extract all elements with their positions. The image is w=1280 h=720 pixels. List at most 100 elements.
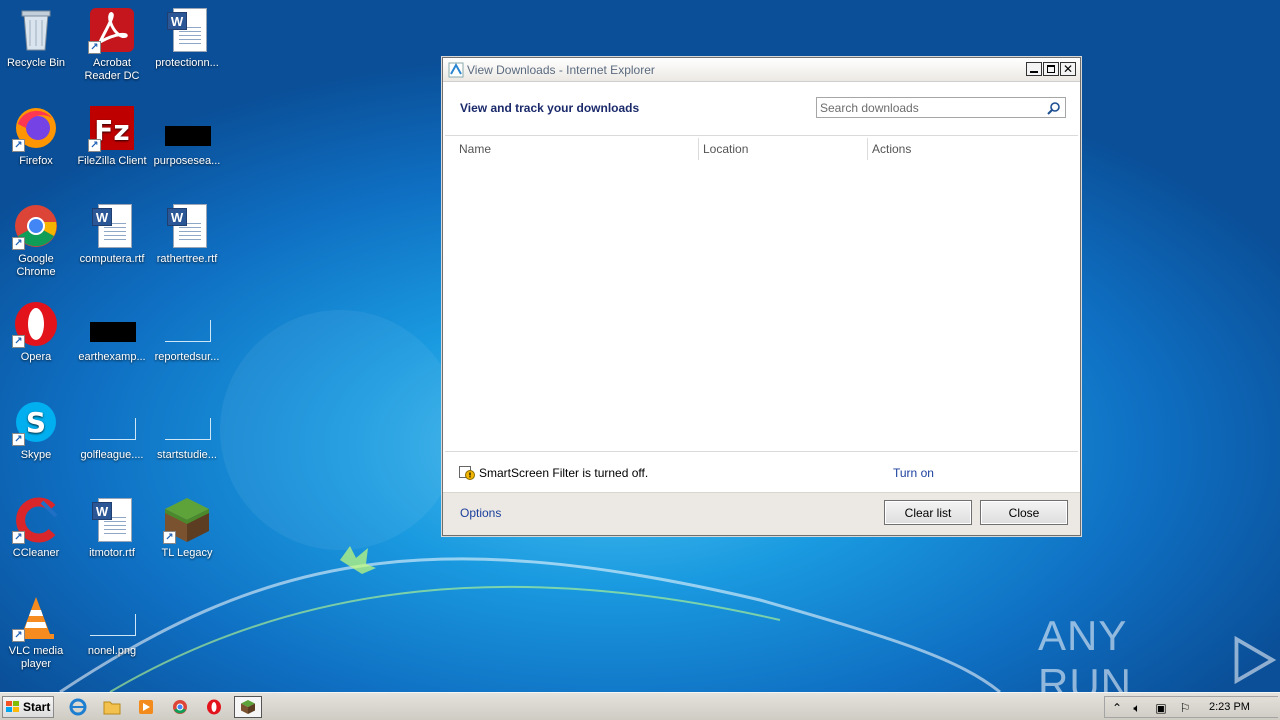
taskbar-media-player[interactable]: [132, 696, 160, 718]
desktop-icon-label: itmotor.rtf: [89, 547, 135, 559]
file-thumbnail-icon: [165, 320, 211, 342]
desktop-icon-rtf-file[interactable]: W computera.rtf: [74, 202, 150, 266]
file-thumbnail-icon: [165, 126, 211, 146]
desktop-icon-label: purposesea...: [153, 155, 221, 167]
start-button[interactable]: Start: [2, 696, 54, 718]
desktop-icon-ccleaner[interactable]: ↗ CCleaner: [0, 496, 74, 560]
minecraft-block-icon: [241, 700, 255, 714]
window-footer: Options Clear list Close: [443, 492, 1080, 535]
desktop-icon-file[interactable]: earthexamp...: [74, 300, 150, 364]
downloads-heading: View and track your downloads: [460, 101, 640, 115]
column-header-name[interactable]: Name: [459, 142, 491, 156]
file-thumbnail-icon: [165, 418, 211, 440]
smartscreen-bar: SmartScreen Filter is turned off. Turn o…: [445, 452, 1078, 494]
taskbar-tl-legacy[interactable]: [234, 696, 262, 718]
options-link[interactable]: Options: [460, 506, 501, 520]
taskbar-opera[interactable]: [200, 696, 228, 718]
desktop-icon-rtf-file[interactable]: W itmotor.rtf: [74, 496, 150, 560]
taskbar-clock[interactable]: 2:23 PM: [1209, 701, 1250, 713]
turn-on-link[interactable]: Turn on: [893, 466, 934, 480]
column-divider[interactable]: [698, 138, 699, 160]
desktop-icon-label: rathertree.rtf: [156, 253, 218, 265]
volume-icon[interactable]: 🔈︎: [1129, 700, 1145, 716]
window-close-button[interactable]: ✕: [1060, 62, 1076, 76]
desktop-icon-label: golfleague....: [80, 449, 144, 461]
word-icon: W: [92, 208, 112, 226]
desktop-icon-file[interactable]: golfleague....: [74, 398, 150, 462]
desktop-icon-label: startstudie...: [157, 449, 217, 461]
desktop-icon-chrome[interactable]: ↗ Google Chrome: [0, 202, 74, 279]
word-icon: W: [167, 208, 187, 226]
desktop-icon-label: Firefox: [19, 155, 53, 167]
close-button[interactable]: Close: [980, 500, 1068, 525]
file-thumbnail-icon: [90, 418, 136, 440]
desktop-icon-label: earthexamp...: [78, 351, 146, 363]
desktop-icon-label: Skype: [20, 449, 52, 461]
taskbar: Start ⌃ 🔈︎ ▣ ⚐ 2:23 PM: [0, 692, 1280, 720]
maximize-button[interactable]: [1043, 62, 1059, 76]
desktop-icon-label: computera.rtf: [79, 253, 145, 265]
window-titlebar[interactable]: View Downloads - Internet Explorer ✕: [443, 58, 1080, 82]
desktop-icon-file[interactable]: purposesea...: [149, 104, 225, 168]
play-triangle-icon: [1234, 635, 1277, 685]
network-icon[interactable]: ▣: [1153, 700, 1169, 716]
system-tray: ⌃ 🔈︎ ▣ ⚐ 2:23 PM: [1104, 696, 1278, 718]
desktop-icon-filezilla[interactable]: Fz ↗ FileZilla Client: [74, 104, 150, 168]
desktop-icon-label: Opera: [20, 351, 52, 363]
taskbar-explorer[interactable]: [98, 696, 126, 718]
word-icon: W: [167, 12, 187, 30]
chrome-icon: [173, 700, 187, 714]
svg-text:S: S: [26, 406, 46, 439]
desktop-icon-file[interactable]: startstudie...: [149, 398, 225, 462]
smartscreen-warning-icon: [459, 466, 475, 480]
desktop-icon-vlc[interactable]: ↗ VLC media player: [0, 594, 74, 671]
action-center-flag-icon[interactable]: ⚐: [1177, 700, 1193, 716]
folder-icon: [103, 701, 121, 715]
taskbar-chrome[interactable]: [166, 696, 194, 718]
file-thumbnail-icon: [90, 322, 136, 342]
show-hidden-icons-icon[interactable]: ⌃: [1109, 700, 1125, 716]
taskbar-ie[interactable]: [64, 696, 92, 718]
desktop-icon-firefox[interactable]: ↗ Firefox: [0, 104, 74, 168]
downloads-list[interactable]: [445, 162, 1078, 452]
view-downloads-window: View Downloads - Internet Explorer ✕ Vie…: [442, 57, 1081, 536]
file-thumbnail-icon: [90, 614, 136, 636]
desktop-icon-file[interactable]: reportedsur...: [149, 300, 225, 364]
desktop-icon-label: Acrobat Reader DC: [84, 57, 140, 82]
opera-icon: [207, 699, 221, 715]
desktop-icon-label: FileZilla Client: [77, 155, 147, 167]
media-player-icon: [139, 700, 153, 714]
desktop-icon-opera[interactable]: ↗ Opera: [0, 300, 74, 364]
search-input[interactable]: [817, 98, 1037, 117]
column-header-actions[interactable]: Actions: [872, 142, 911, 156]
desktop-icon-label: Google Chrome: [16, 253, 56, 278]
column-header-location[interactable]: Location: [703, 142, 748, 156]
desktop-icon-acrobat[interactable]: ↗ Acrobat Reader DC: [74, 6, 150, 83]
windows-logo-icon: [6, 701, 19, 712]
desktop-icon-label: TL Legacy: [161, 547, 213, 559]
ie-window-icon: [448, 62, 464, 78]
desktop-icon-label: VLC media player: [8, 645, 64, 670]
start-label: Start: [23, 700, 51, 714]
desktop-icon-file[interactable]: nonel.png: [74, 594, 150, 658]
desktop-icon-label: reportedsur...: [154, 351, 220, 363]
desktop-icon-skype[interactable]: S ↗ Skype: [0, 398, 74, 462]
word-icon: W: [92, 502, 112, 520]
window-title: View Downloads - Internet Explorer: [467, 63, 655, 77]
desktop-icon-rtf-file[interactable]: W protectionn...: [149, 6, 225, 70]
search-icon[interactable]: [1047, 101, 1061, 115]
column-divider[interactable]: [867, 138, 868, 160]
smartscreen-message: SmartScreen Filter is turned off.: [479, 466, 649, 480]
desktop-icon-tl-legacy[interactable]: ↗ TL Legacy: [149, 496, 225, 560]
recycle-bin-icon: [21, 10, 51, 51]
desktop-icon-rtf-file[interactable]: W rathertree.rtf: [149, 202, 225, 266]
desktop-icon-recycle-bin[interactable]: Recycle Bin: [0, 6, 74, 70]
minimize-button[interactable]: [1026, 62, 1042, 76]
desktop-icon-label: Recycle Bin: [6, 57, 66, 69]
desktop-icon-label: protectionn...: [155, 57, 219, 69]
desktop-icon-label: CCleaner: [12, 547, 60, 559]
clear-list-button[interactable]: Clear list: [884, 500, 972, 525]
desktop-icon-label: nonel.png: [87, 645, 137, 657]
ie-icon: [69, 698, 87, 716]
search-box[interactable]: [816, 97, 1066, 118]
